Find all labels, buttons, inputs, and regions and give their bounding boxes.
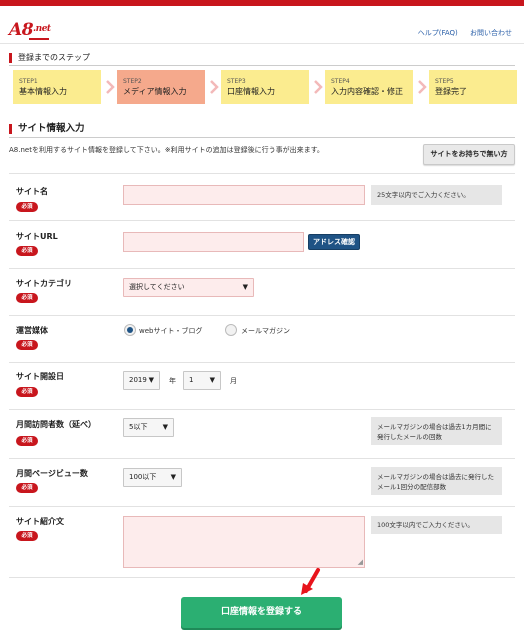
registration-steps: STEP1 基本情報入力 STEP2 メディア情報入力 STEP3 口座情報入力… bbox=[13, 70, 517, 104]
no-site-button[interactable]: サイトをお持ちで無い方 bbox=[423, 144, 515, 165]
radio-mail-magazine[interactable] bbox=[225, 324, 237, 336]
required-badge: 必須 bbox=[16, 387, 38, 397]
open-date-label: サイト開設日 bbox=[16, 372, 64, 381]
dropdown-arrow-icon: ▼ bbox=[170, 473, 176, 481]
year-select[interactable]: 2019 ▼ bbox=[123, 371, 160, 390]
step-2-num: STEP2 bbox=[123, 78, 142, 85]
step-2-label: メディア情報入力 bbox=[123, 87, 187, 96]
step-5-num: STEP5 bbox=[435, 78, 454, 85]
header-links: ヘルプ(FAQ) お問い合わせ bbox=[408, 28, 512, 38]
monthly-pageviews-select[interactable]: 100以下 ▼ bbox=[123, 468, 182, 487]
row-open-date: サイト開設日 必須 bbox=[9, 362, 515, 409]
page-header: A8.net ヘルプ(FAQ) お問い合わせ bbox=[0, 6, 524, 44]
year-value: 2019 bbox=[129, 376, 147, 384]
step-5: STEP5 登録完了 bbox=[429, 70, 517, 104]
site-url-input[interactable] bbox=[123, 232, 304, 252]
dropdown-arrow-icon: ▼ bbox=[148, 376, 154, 384]
radio-website-blog-label[interactable]: webサイト・ブログ bbox=[139, 326, 202, 336]
a8-logo[interactable]: A8.net bbox=[9, 20, 51, 40]
month-unit: 月 bbox=[230, 377, 237, 385]
monthly-pageviews-value: 100以下 bbox=[129, 473, 157, 481]
monthly-pageviews-label: 月間ページビュー数 bbox=[16, 469, 88, 478]
step-4: STEP4 入力内容確認・修正 bbox=[325, 70, 413, 104]
address-check-button[interactable]: アドレス確認 bbox=[308, 234, 360, 250]
step-4-label: 入力内容確認・修正 bbox=[331, 87, 403, 96]
resize-grip-icon[interactable]: ◢ bbox=[358, 559, 363, 566]
required-badge: 必須 bbox=[16, 246, 38, 256]
step-3-num: STEP3 bbox=[227, 78, 246, 85]
year-unit: 年 bbox=[169, 377, 176, 385]
chevron-right-icon bbox=[314, 80, 323, 94]
site-name-hint: 25文字以内でご入力ください。 bbox=[371, 185, 502, 205]
site-category-label: サイトカテゴリ bbox=[16, 279, 72, 288]
site-intro-hint: 100文字以内でご入力ください。 bbox=[371, 516, 502, 534]
dropdown-arrow-icon: ▼ bbox=[242, 283, 248, 291]
site-category-select[interactable]: 選択してください ▼ bbox=[123, 278, 254, 297]
dropdown-arrow-icon: ▼ bbox=[209, 376, 215, 384]
step-4-num: STEP4 bbox=[331, 78, 350, 85]
radio-mail-magazine-label[interactable]: メールマガジン bbox=[241, 326, 290, 336]
dropdown-arrow-icon: ▼ bbox=[162, 423, 168, 431]
monthly-pageviews-hint: メールマガジンの場合は過去に発行したメール1回分の配信部数 bbox=[371, 467, 502, 495]
required-badge: 必須 bbox=[16, 483, 38, 493]
site-info-description: A8.netを利用するサイト情報を登録して下さい。※利用サイトの追加は登録後に行… bbox=[9, 146, 324, 154]
step-1: STEP1 基本情報入力 bbox=[13, 70, 101, 104]
chevron-right-icon bbox=[106, 80, 115, 94]
chevron-right-icon bbox=[418, 80, 427, 94]
required-badge: 必須 bbox=[16, 202, 38, 212]
step-3-label: 口座情報入力 bbox=[227, 87, 275, 96]
logo-underline bbox=[29, 38, 49, 40]
steps-title: 登録までのステップ bbox=[9, 53, 90, 63]
chevron-right-icon bbox=[210, 80, 219, 94]
contact-link[interactable]: お問い合わせ bbox=[470, 29, 512, 37]
month-select[interactable]: 1 ▼ bbox=[183, 371, 221, 390]
site-url-label: サイトURL bbox=[16, 232, 58, 241]
required-badge: 必須 bbox=[16, 340, 38, 350]
monthly-visitors-label: 月間訪問者数（延べ） bbox=[16, 420, 96, 429]
site-name-label: サイト名 bbox=[16, 187, 48, 196]
monthly-visitors-value: 5以下 bbox=[129, 423, 148, 431]
step-1-label: 基本情報入力 bbox=[19, 87, 67, 96]
register-account-button[interactable]: 口座情報を登録する bbox=[181, 597, 342, 628]
site-category-value: 選択してください bbox=[129, 283, 185, 291]
site-info-title-line bbox=[9, 137, 515, 138]
monthly-visitors-select[interactable]: 5以下 ▼ bbox=[123, 418, 174, 437]
site-name-input[interactable] bbox=[123, 185, 365, 205]
step-5-label: 登録完了 bbox=[435, 87, 467, 96]
site-intro-label: サイト紹介文 bbox=[16, 517, 64, 526]
site-intro-textarea[interactable]: ◢ bbox=[123, 516, 365, 568]
step-1-num: STEP1 bbox=[19, 78, 38, 85]
step-2: STEP2 メディア情報入力 bbox=[117, 70, 205, 104]
month-value: 1 bbox=[189, 376, 194, 384]
radio-website-blog[interactable] bbox=[124, 324, 136, 336]
step-3: STEP3 口座情報入力 bbox=[221, 70, 309, 104]
monthly-visitors-hint: メールマガジンの場合は過去1カ月間に発行したメールの回数 bbox=[371, 417, 502, 445]
pointer-arrow-icon bbox=[301, 568, 320, 595]
site-info-title: サイト情報入力 bbox=[9, 124, 85, 134]
steps-title-line bbox=[9, 65, 515, 66]
row-site-category: サイトカテゴリ 必須 bbox=[9, 268, 515, 315]
required-badge: 必須 bbox=[16, 293, 38, 303]
required-badge: 必須 bbox=[16, 436, 38, 446]
media-type-label: 運営媒体 bbox=[16, 326, 48, 335]
required-badge: 必須 bbox=[16, 531, 38, 541]
row-media-type: 運営媒体 必須 bbox=[9, 315, 515, 362]
help-link[interactable]: ヘルプ(FAQ) bbox=[418, 29, 458, 37]
